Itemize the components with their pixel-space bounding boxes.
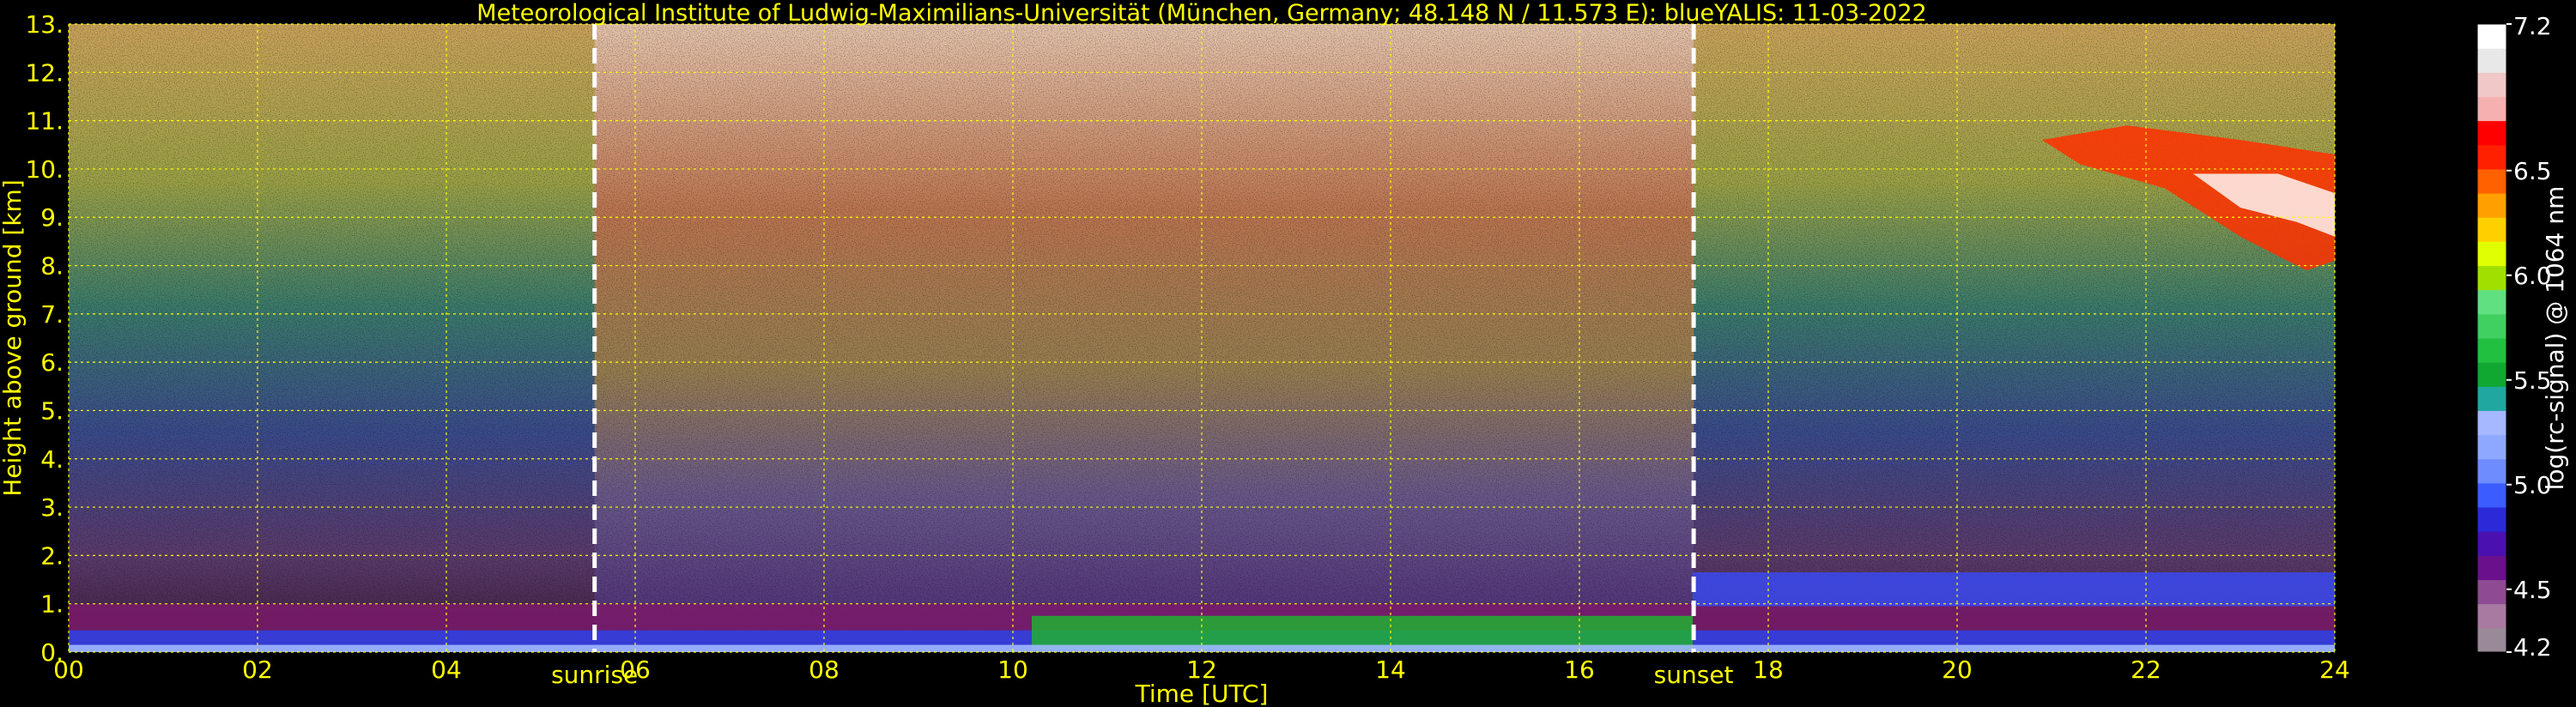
- plot-area: [68, 23, 2336, 653]
- sunrise-label: sunrise: [551, 661, 638, 689]
- colorbar-swatch: [2477, 168, 2506, 194]
- colorbar-swatch: [2477, 338, 2506, 363]
- x-tick-label: 14: [1375, 656, 1406, 684]
- y-tick-label: 6.: [40, 348, 64, 377]
- colorbar-swatch: [2477, 603, 2506, 629]
- colorbar-swatch: [2477, 72, 2506, 97]
- x-tick-label: 04: [431, 656, 462, 684]
- y-tick-label: 3.: [40, 493, 64, 522]
- colorbar-swatch: [2477, 193, 2506, 218]
- colorbar-swatch: [2477, 313, 2506, 339]
- y-tick-label: 1.: [40, 590, 64, 619]
- colorbar: 7.26.56.05.55.04.54.2 log(rc-signal) @ 1…: [2476, 12, 2569, 662]
- x-tick-label: 08: [809, 656, 839, 684]
- colorbar-swatch: [2477, 241, 2506, 267]
- x-tick-label: 16: [1564, 656, 1595, 684]
- colorbar-swatch: [2477, 458, 2506, 484]
- y-tick-label: 4.: [40, 445, 64, 474]
- y-tick-label: 9.: [40, 203, 64, 232]
- y-tick-label: 13.: [25, 10, 64, 39]
- colorbar-swatch: [2477, 555, 2506, 581]
- x-tick-label: 02: [242, 656, 273, 684]
- colorbar-swatch: [2477, 144, 2506, 170]
- y-tick-label: 7.: [40, 300, 64, 329]
- colorbar-swatch: [2477, 627, 2506, 653]
- lidar-chart: Meteorological Institute of Ludwig-Maxim…: [0, 0, 2569, 707]
- y-tick-label: 5.: [40, 396, 64, 425]
- evening-aerosol-layer: [1693, 572, 2335, 607]
- colorbar-tick-label: 4.2: [2513, 633, 2552, 662]
- colorbar-tick-label: 7.2: [2513, 12, 2552, 40]
- x-tick-labels: 00 02 04 06 08 10 12 14 16 18 20 22 24: [53, 656, 2350, 684]
- colorbar-swatch: [2477, 265, 2506, 291]
- colorbar-tick-label: 6.5: [2513, 157, 2552, 185]
- x-tick-label: 24: [2319, 656, 2350, 684]
- colorbar-swatch: [2477, 579, 2506, 605]
- y-tick-labels: 0. 1. 2. 3. 4. 5. 6. 7. 8. 9. 10. 11. 12. 13.: [25, 10, 64, 667]
- colorbar-swatch: [2477, 24, 2506, 49]
- y-tick-label: 2.: [40, 541, 64, 570]
- colorbar-tick-label: 4.5: [2513, 576, 2552, 604]
- y-tick-label: 12.: [25, 58, 64, 87]
- colorbar-swatch: [2477, 120, 2506, 146]
- colorbar-swatch: [2477, 362, 2506, 387]
- x-tick-label: 10: [997, 656, 1028, 684]
- colorbar-swatch: [2477, 217, 2506, 242]
- colorbar-swatch: [2477, 96, 2506, 122]
- colorbar-label: log(rc-signal) @ 1064 nm: [2541, 186, 2569, 491]
- x-tick-label: 20: [1942, 656, 1973, 684]
- x-tick-label: 22: [2131, 656, 2161, 684]
- colorbar-swatch: [2477, 289, 2506, 315]
- colorbar-swatch: [2477, 434, 2506, 460]
- x-tick-label: 12: [1186, 656, 1217, 684]
- y-tick-label: 11.: [25, 107, 64, 136]
- colorbar-swatch: [2477, 410, 2506, 436]
- y-tick-label: 10.: [25, 155, 64, 184]
- colorbar-swatch: [2477, 48, 2506, 73]
- colorbar-swatch: [2477, 531, 2506, 556]
- chart-title: Meteorological Institute of Ludwig-Maxim…: [476, 0, 1926, 27]
- x-tick-label: 18: [1753, 656, 1784, 684]
- colorbar-swatches: [2476, 23, 2507, 653]
- y-axis-label: Height above ground [km]: [0, 179, 27, 497]
- y-tick-label: 0.: [40, 638, 64, 667]
- colorbar-swatch: [2477, 507, 2506, 532]
- y-tick-label: 8.: [40, 252, 64, 281]
- mixing-layer: [1032, 615, 1693, 650]
- colorbar-swatch: [2477, 386, 2506, 411]
- colorbar-swatch: [2477, 482, 2506, 508]
- sunset-label: sunset: [1654, 661, 1734, 689]
